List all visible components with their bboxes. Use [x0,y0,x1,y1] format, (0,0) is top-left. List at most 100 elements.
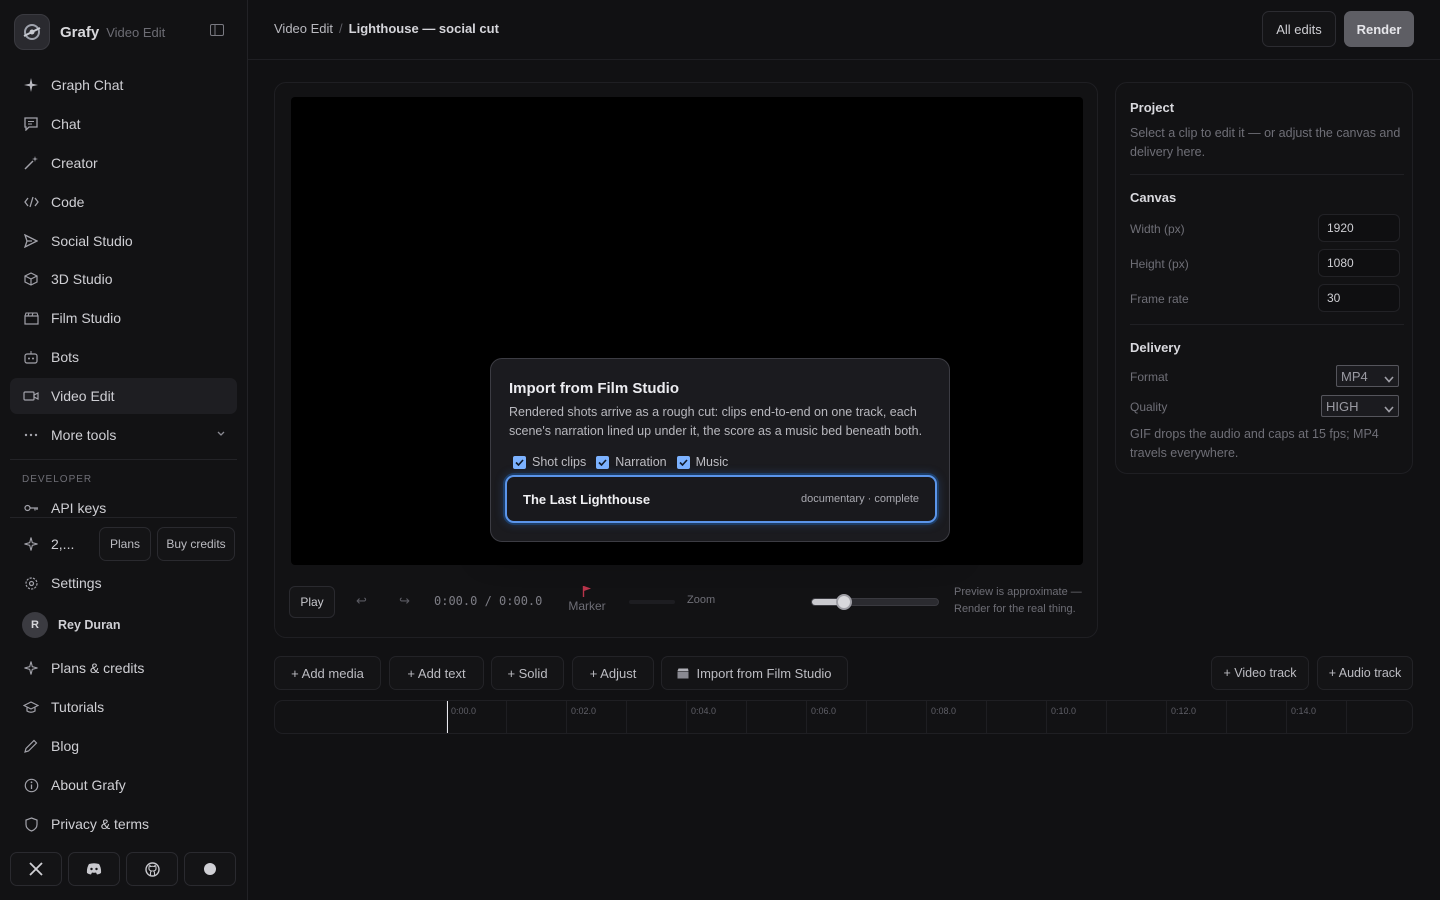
import-label: Import from Film Studio [696,665,832,681]
app-root: Grafy Video Edit Graph Chat Chat Creator… [0,0,1440,900]
grafy-logo-icon [14,14,50,50]
nav-item-plans-credits[interactable]: Plans & credits [10,650,237,686]
divider [10,517,237,518]
shield-icon [23,816,39,832]
nav-item-video-edit[interactable]: Video Edit [10,378,237,414]
render-button[interactable]: Render [1344,11,1414,47]
music-checkbox[interactable]: Music [676,455,728,469]
add-audio-track-button[interactable]: + Audio track [1317,656,1413,690]
narration-checkbox[interactable]: Narration [596,455,667,469]
gear-icon [23,575,39,591]
quality-select[interactable]: HIGH [1321,395,1399,417]
nav-item-about[interactable]: About Grafy [10,767,237,803]
film-list-item[interactable]: The Last Lighthouse documentary · comple… [505,475,937,523]
divider [10,459,237,460]
github-icon[interactable] [126,852,178,886]
quality-value: HIGH [1326,398,1359,414]
nav-item-chat[interactable]: Chat [10,106,237,142]
nav-item-api-keys[interactable]: API keys [10,490,237,526]
preview-note: Preview is approximate — Render for the … [954,586,1082,615]
time-readout: 0:00.0 / 0:00.0 [434,594,543,608]
height-input[interactable]: 1080 [1318,249,1400,277]
marker-button[interactable]: Marker [567,585,607,613]
nav-label: 3D Studio [51,271,113,287]
plans-button[interactable]: Plans [99,527,151,561]
user-name: Rey Duran [58,618,121,632]
checkbox-label: Shot clips [532,455,587,469]
canvas-title: Canvas [1130,190,1177,205]
nav-item-blog[interactable]: Blog [10,728,237,764]
nav-item-creator[interactable]: Creator [10,145,237,181]
import-film-studio-button[interactable]: Import from Film Studio [661,656,848,690]
width-label: Width (px) [1130,222,1185,236]
timeline-label: 0:06.0 [811,706,837,716]
brand-sub: Video Edit [106,24,166,40]
redo-icon[interactable]: ↪ [399,593,410,609]
timeline-tick [626,701,627,733]
x-icon[interactable] [10,852,62,886]
nav-item-bots[interactable]: Bots [10,339,237,375]
nav-label: Blog [51,738,80,754]
format-select[interactable]: MP4 [1336,365,1399,387]
add-media-button[interactable]: + Add media [274,656,381,690]
graduation-cap-icon [23,699,39,715]
frame-rate-input[interactable]: 30 [1318,284,1400,312]
timeline-label: 0:08.0 [931,706,957,716]
bot-icon [23,349,39,365]
zoom-slider-handle[interactable] [835,594,852,610]
solid-button[interactable]: + Solid [491,656,564,690]
sidebar: Grafy Video Edit Graph Chat Chat Creator… [0,0,248,900]
nav-item-social-studio[interactable]: Social Studio [10,223,237,259]
brand-name: Grafy [60,23,100,41]
checkmark-icon [676,455,690,469]
nav-item-tutorials[interactable]: Tutorials [10,689,237,725]
timeline-tick [446,701,447,733]
code-icon [23,194,39,210]
project-description: Select a clip to edit it — or adjust the… [1130,126,1401,159]
nav-label: Film Studio [51,310,122,326]
frame-rate-label: Frame rate [1130,292,1189,306]
circle-icon[interactable] [184,852,236,886]
add-text-button[interactable]: + Add text [389,656,484,690]
cube-icon [23,271,39,287]
zoom-track[interactable] [629,600,675,604]
info-icon [23,777,39,793]
nav-label: API keys [51,500,107,516]
checkbox-label: Narration [615,455,667,469]
project-title: Project [1130,100,1175,115]
discord-icon[interactable] [68,852,120,886]
nav-item-settings[interactable]: Settings [10,565,237,601]
buy-credits-button[interactable]: Buy credits [157,527,235,561]
video-icon [23,388,39,404]
all-edits-button[interactable]: All edits [1262,11,1336,47]
undo-icon[interactable]: ↩ [356,593,367,609]
send-icon [23,233,39,249]
adjust-button[interactable]: + Adjust [572,656,654,690]
add-video-track-button[interactable]: + Video track [1211,656,1309,690]
top-header: Video Edit / Lighthouse — social cut All… [248,0,1440,60]
nav-item-more-tools[interactable]: More tools [10,417,237,453]
divider [1130,174,1404,175]
nav-item-3d-studio[interactable]: 3D Studio [10,261,237,297]
breadcrumb-root[interactable]: Video Edit [274,21,333,36]
film-meta: documentary · complete [801,493,919,505]
delivery-note: GIF drops the audio and caps at 15 fps; … [1130,427,1379,460]
nav-item-privacy[interactable]: Privacy & terms [10,806,237,842]
credits-balance[interactable]: 2,... [10,526,96,562]
timeline-label: 0:04.0 [691,706,717,716]
play-button[interactable]: Play [289,586,335,618]
nav-item-code[interactable]: Code [10,184,237,220]
width-input[interactable]: 1920 [1318,214,1400,242]
user-profile[interactable]: R Rey Duran [10,607,237,643]
zoom-slider[interactable] [811,594,939,610]
shot-clips-checkbox[interactable]: Shot clips [513,455,586,469]
divider [1130,324,1404,325]
timeline-label: 0:00.0 [451,706,477,716]
nav-item-graph-chat[interactable]: Graph Chat [10,67,237,103]
checkmark-icon [513,455,526,469]
sidebar-collapse-icon[interactable] [210,24,226,38]
sparkle-outline-icon [23,660,39,676]
nav-item-film-studio[interactable]: Film Studio [10,300,237,336]
brand[interactable]: Grafy Video Edit [14,14,165,50]
timeline-ruler[interactable]: 0:00.0 0:02.0 0:04.0 0:06.0 0:08.0 0:10.0 0:12… [274,700,1413,734]
